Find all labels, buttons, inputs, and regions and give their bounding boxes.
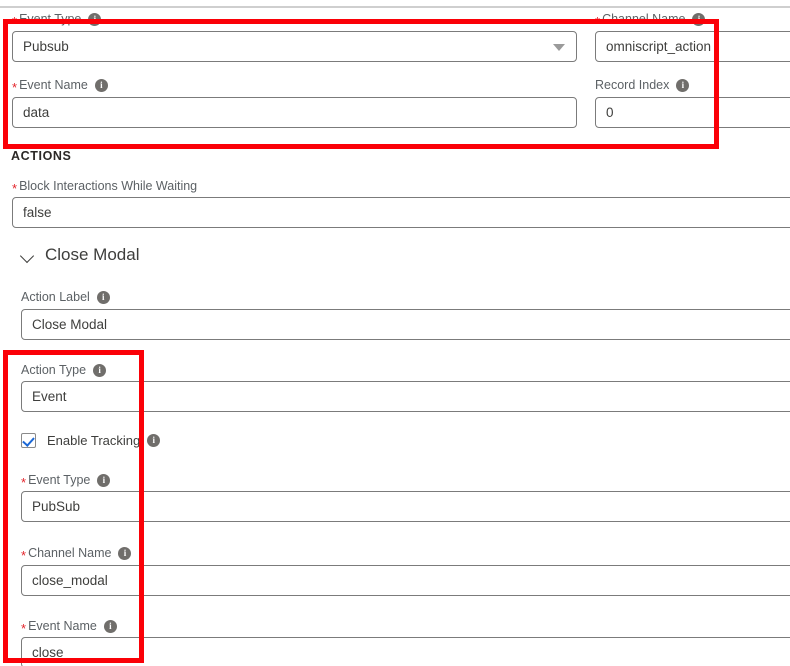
required-asterisk: * [12,13,18,29]
info-icon[interactable] [103,620,117,633]
event-name-label-text: Event Name [19,78,88,92]
close-modal-group-toggle[interactable]: Close Modal [21,245,140,265]
required-asterisk: * [12,79,18,95]
info-icon[interactable] [692,13,706,26]
form-canvas: * Event Type Pubsub * Channel Name omnis… [0,0,790,666]
action-label-label-text: Action Label [21,290,90,304]
info-icon[interactable] [96,291,110,304]
action-type-input[interactable]: Event [21,381,790,412]
record-index-label: Record Index [595,78,690,93]
event-type-label: * Event Type [12,12,102,29]
block-interactions-label: * Block Interactions While Waiting [12,179,198,196]
action-type-value: Event [32,389,67,404]
event-name-input[interactable]: data [12,97,577,128]
record-index-input[interactable]: 0 [595,97,790,128]
channel-name-label-text: Channel Name [602,12,686,26]
tracking-channel-name-label: * Channel Name [21,546,132,563]
enable-tracking-row[interactable]: Enable Tracking [21,433,161,448]
tracking-event-name-label: * Event Name [21,619,117,636]
required-asterisk: * [21,620,27,636]
record-index-label-text: Record Index [595,78,670,92]
horizontal-divider [0,6,790,8]
info-icon[interactable] [97,474,111,487]
tracking-event-name-input[interactable]: close [21,637,790,666]
channel-name-input[interactable]: omniscript_action [595,31,790,62]
required-asterisk: * [595,13,601,29]
enable-tracking-checkbox[interactable] [21,433,36,448]
tracking-event-name-label-text: Event Name [28,619,97,633]
action-type-label: Action Type [21,363,107,378]
tracking-event-type-input[interactable]: PubSub [21,491,790,522]
tracking-event-type-label-text: Event Type [28,473,91,487]
tracking-event-name-value: close [32,645,64,660]
info-icon[interactable] [147,434,161,447]
tracking-event-type-label: * Event Type [21,473,111,490]
channel-name-value: omniscript_action [606,39,712,54]
event-name-value: data [23,105,50,120]
required-asterisk: * [21,474,27,490]
tracking-channel-name-input[interactable]: close_modal [21,565,790,596]
block-interactions-input[interactable]: false [12,197,790,228]
action-label-value: Close Modal [32,317,108,332]
enable-tracking-label: Enable Tracking [47,433,141,448]
tracking-channel-name-label-text: Channel Name [28,546,112,560]
chevron-down-icon[interactable] [21,248,35,262]
required-asterisk: * [12,180,18,196]
info-icon[interactable] [88,13,102,26]
event-type-value: Pubsub [23,39,69,54]
action-label-label: Action Label [21,290,110,305]
action-type-label-text: Action Type [21,363,87,377]
info-icon[interactable] [676,79,690,92]
tracking-channel-name-value: close_modal [32,573,108,588]
action-label-input[interactable]: Close Modal [21,309,790,340]
info-icon[interactable] [94,79,108,92]
block-interactions-label-text: Block Interactions While Waiting [19,179,198,193]
event-type-label-text: Event Type [19,12,82,26]
record-index-value: 0 [606,105,614,120]
chevron-down-icon[interactable] [553,43,565,51]
info-icon[interactable] [118,547,132,560]
event-name-label: * Event Name [12,78,108,95]
block-interactions-value: false [23,205,52,220]
close-modal-group-title: Close Modal [45,245,140,264]
info-icon[interactable] [93,364,107,377]
tracking-event-type-value: PubSub [32,499,81,514]
channel-name-label: * Channel Name [595,12,706,29]
actions-section-title: ACTIONS [11,149,72,163]
event-type-dropdown[interactable]: Pubsub [12,31,577,62]
required-asterisk: * [21,547,27,563]
